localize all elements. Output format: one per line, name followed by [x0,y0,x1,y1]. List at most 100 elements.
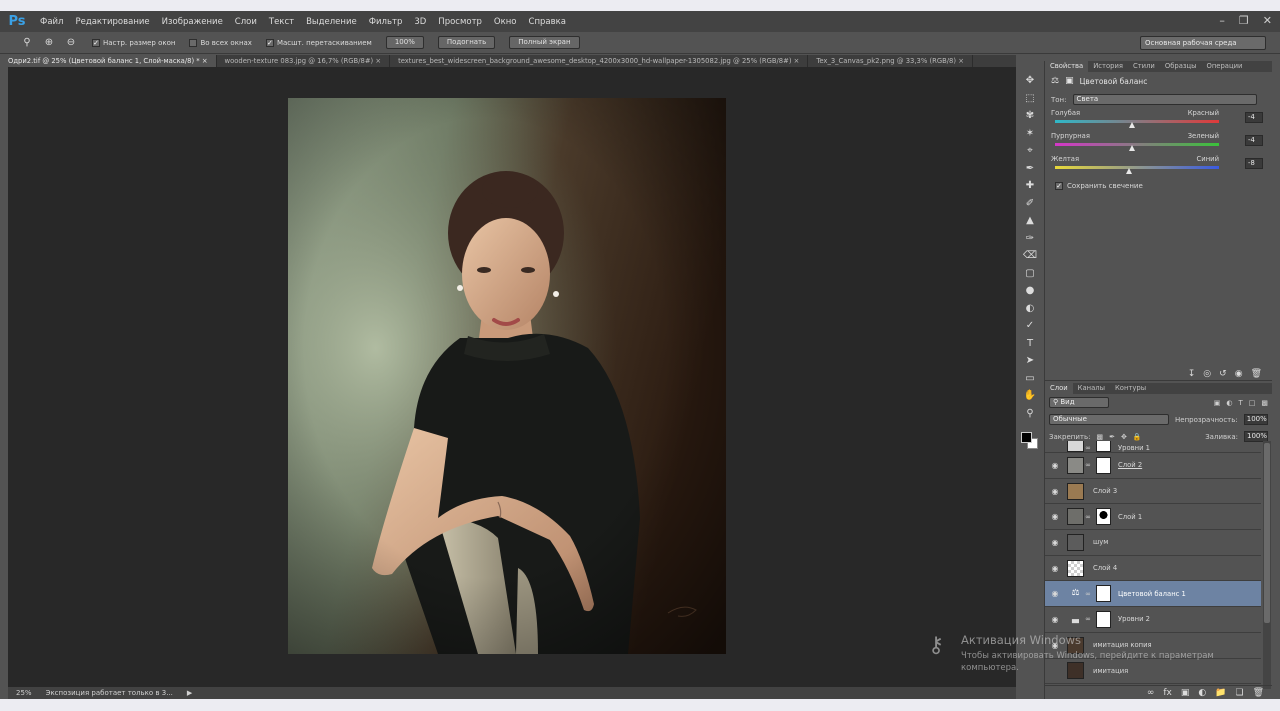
foreground-color-swatch[interactable] [1021,432,1032,443]
kind-filter-select[interactable]: ⚲ Вид [1049,397,1109,408]
tab-properties[interactable]: Свойства [1045,61,1089,72]
link-icon[interactable]: ∞ [1084,444,1092,452]
delete-layer-icon[interactable]: 🗑 [1253,688,1264,698]
layer-name[interactable]: Уровни 2 [1118,615,1150,623]
layer-row-selected[interactable]: ◉ ⚖ ∞ Цветовой баланс 1 [1045,581,1261,608]
tab-textures-wallpaper[interactable]: textures_best_widescreen_background_awes… [390,55,809,67]
blur-tool-icon[interactable]: ● [1021,283,1039,299]
eye-icon[interactable]: ◉ [1045,461,1065,470]
reset-icon[interactable]: ↺ [1219,369,1227,379]
layer-row[interactable]: ◉ шум [1045,530,1261,556]
layer-mask-thumbnail[interactable] [1096,508,1111,526]
layers-scrollbar[interactable] [1263,441,1271,689]
layer-row[interactable]: ∞ Уровни 1 [1045,441,1261,453]
minimize-button[interactable]: – [1219,14,1225,27]
menu-window[interactable]: Окно [488,17,523,27]
tab-close-icon[interactable]: × [958,57,964,65]
canvas-area[interactable] [8,67,1016,687]
menu-file[interactable]: Файл [34,17,69,27]
menu-help[interactable]: Справка [523,17,572,27]
tab-layers[interactable]: Слои [1045,383,1073,394]
lock-all-icon[interactable]: 🔒 [1133,433,1142,441]
scrubby-zoom-checkbox[interactable]: ✓ Масшт. перетаскиванием [265,38,372,47]
lock-transparent-icon[interactable]: ▩ [1096,433,1103,441]
portrait-artwork[interactable] [288,98,726,654]
link-layers-icon[interactable]: ∞ [1147,688,1155,698]
layer-name[interactable]: имитация копия [1093,641,1152,649]
checkbox-checked[interactable]: ✓ [1055,182,1063,190]
layer-name[interactable]: шум [1093,538,1108,546]
tone-select[interactable]: Света [1072,94,1257,105]
menu-select[interactable]: Выделение [300,17,363,27]
workspace-select[interactable]: Основная рабочая среда [1140,36,1266,50]
preserve-luminosity[interactable]: ✓ Сохранить свечение [1045,178,1272,194]
layer-mask-thumbnail[interactable] [1096,441,1111,452]
marquee-tool-icon[interactable]: ⬚ [1021,91,1039,107]
visibility-icon[interactable]: ◉ [1235,369,1243,379]
fill-screen-button[interactable]: Полный экран [509,36,580,49]
slider-track[interactable] [1055,120,1219,123]
scrollbar-thumb[interactable] [1264,443,1270,623]
tab-close-icon[interactable]: × [794,57,800,65]
eye-icon[interactable]: ◉ [1045,589,1065,598]
tab-odri2[interactable]: Одри2.tif @ 25% (Цветовой баланс 1, Слой… [0,55,217,67]
layer-style-icon[interactable]: fx [1163,688,1172,698]
menu-edit[interactable]: Редактирование [69,17,155,27]
layer-row[interactable]: ◉ ∞ Слой 2 [1045,453,1261,479]
pen-tool-icon[interactable]: ✓ [1021,318,1039,334]
mask-icon[interactable]: ▣ [1065,76,1074,86]
zoom-tool-icon[interactable]: ⚲ [20,37,34,48]
restore-button[interactable]: ❐ [1239,14,1249,27]
close-button[interactable]: ✕ [1263,14,1272,27]
eyedropper-tool-icon[interactable]: ✒ [1021,161,1039,177]
new-group-icon[interactable]: 📁 [1215,688,1226,698]
magenta-green-value[interactable]: -4 [1245,135,1263,146]
slider-thumb[interactable] [1125,168,1132,174]
add-mask-icon[interactable]: ▣ [1181,688,1190,698]
resize-windows-checkbox[interactable]: ✓ Настр. размер окон [92,38,175,47]
layer-name[interactable]: Слой 1 [1118,513,1142,521]
link-icon[interactable]: ∞ [1084,590,1092,598]
smart-filter-icon[interactable]: ▩ [1261,399,1268,407]
new-layer-icon[interactable]: ❏ [1235,688,1243,698]
layer-row[interactable]: имитация [1045,659,1261,685]
slider-track[interactable] [1055,143,1219,146]
yellow-blue-value[interactable]: -8 [1245,158,1263,169]
menu-filter[interactable]: Фильтр [363,17,409,27]
delete-icon[interactable]: 🗑 [1251,369,1262,379]
link-icon[interactable]: ∞ [1084,513,1092,521]
slider-track[interactable] [1055,166,1219,169]
new-adjustment-icon[interactable]: ◐ [1198,688,1206,698]
layer-row[interactable]: ◉ Слой 4 [1045,556,1261,582]
tab-history[interactable]: История [1088,61,1128,72]
eraser-tool-icon[interactable]: ⌫ [1021,248,1039,264]
tab-wooden-texture[interactable]: wooden-texture 083.jpg @ 16,7% (RGB/8#) … [217,55,391,67]
eye-icon[interactable]: ◉ [1045,538,1065,547]
all-windows-checkbox[interactable]: Во всех окнах [189,38,252,47]
slider-thumb[interactable] [1129,145,1136,151]
checkbox-checked[interactable]: ✓ [92,38,100,47]
path-select-tool-icon[interactable]: ➤ [1021,353,1039,369]
quick-select-tool-icon[interactable]: ✶ [1021,126,1039,142]
layer-row[interactable]: ◉ ▃ ∞ Уровни 2 [1045,607,1261,633]
eye-icon[interactable]: ◉ [1045,487,1065,496]
menu-layer[interactable]: Слои [229,17,263,27]
menu-image[interactable]: Изображение [156,17,229,27]
layer-name[interactable]: Уровни 1 [1118,444,1150,452]
gradient-tool-icon[interactable]: ▢ [1021,266,1039,282]
eye-icon[interactable]: ◉ [1045,512,1065,521]
tab-actions[interactable]: Операции [1202,61,1248,72]
layer-row[interactable]: ◉ Слой 3 [1045,479,1261,505]
tab-swatches[interactable]: Образцы [1160,61,1202,72]
tab-close-icon[interactable]: × [375,57,381,65]
checkbox-checked[interactable]: ✓ [265,38,274,47]
zoom-in-icon[interactable]: ⊕ [42,37,56,48]
menu-type[interactable]: Текст [263,17,300,27]
blend-mode-select[interactable]: Обычные [1049,414,1169,425]
checkbox-unchecked[interactable] [189,38,198,47]
zoom-tool-icon[interactable]: ⚲ [1021,406,1039,422]
link-icon[interactable]: ∞ [1084,461,1092,469]
layer-mask-thumbnail[interactable] [1096,610,1111,628]
tab-styles[interactable]: Стили [1128,61,1160,72]
yellow-blue-slider[interactable]: Желтая Синий -8 [1051,155,1266,178]
